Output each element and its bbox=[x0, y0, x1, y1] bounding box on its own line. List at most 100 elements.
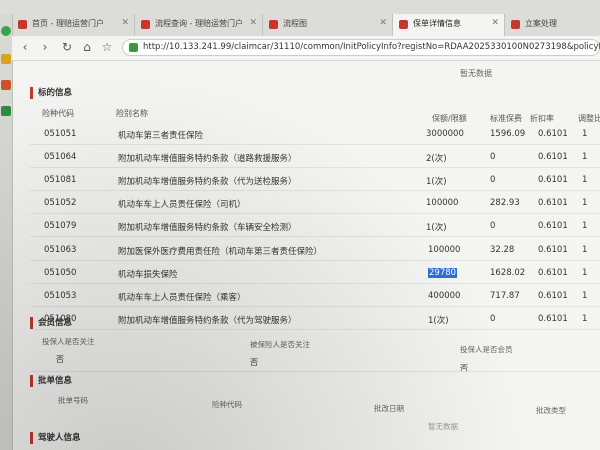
endorse-empty-note: 暂无数据 bbox=[428, 422, 458, 431]
bookmark-star-icon[interactable]: ☆ bbox=[100, 40, 114, 54]
cell-premium: 1596.09 bbox=[490, 129, 526, 139]
cell-rate: 0.6101 bbox=[538, 175, 568, 186]
member-field-label: 投保人是否关注 bbox=[42, 337, 95, 346]
close-icon[interactable]: ✕ bbox=[121, 18, 129, 28]
tab-label: 流程查询 - 理赔运营门户 bbox=[155, 19, 243, 28]
cell-name: 附加机动车增值服务特约条款（代为送检服务） bbox=[118, 177, 297, 188]
close-icon[interactable]: ✕ bbox=[491, 18, 499, 28]
cell-name: 附加医保外医疗费用责任险（机动车第三者责任保险） bbox=[118, 246, 323, 257]
reload-icon[interactable]: ↻ bbox=[60, 40, 74, 54]
cell-premium: 32.28 bbox=[490, 244, 515, 255]
tab-home[interactable]: 首页 - 理赔运营门户 ✕ bbox=[12, 14, 135, 36]
url-text: http://10.133.241.99/claimcar/31110/comm… bbox=[143, 42, 600, 52]
cell-code: 051064 bbox=[44, 152, 77, 163]
cell-rate: 0.6101 bbox=[538, 244, 568, 255]
no-data-note: 暂无数据 bbox=[460, 69, 492, 78]
cell-name: 附加机动车增值服务特约条款（车辆安全检测） bbox=[118, 223, 297, 234]
header-rate: 折扣率 bbox=[530, 114, 554, 123]
browser-app-icon[interactable] bbox=[1, 26, 11, 36]
member-field-value: 否 bbox=[250, 358, 258, 367]
table-row[interactable]: 051080 附加机动车增值服务特约条款（代为驾驶服务） 1(次) 0 0.6101 1 bbox=[30, 310, 600, 330]
cell-code: 051052 bbox=[44, 198, 77, 209]
table-row[interactable]: 051050 机动车损失保险 29780 1628.02 0.6101 1 bbox=[30, 264, 600, 284]
portal-favicon-icon bbox=[511, 20, 520, 29]
cell-adjust: 1 bbox=[582, 129, 588, 139]
portal-favicon-icon bbox=[18, 20, 27, 29]
tab-label: 首页 - 理赔运营门户 bbox=[32, 19, 104, 28]
address-toolbar: ‹ › ↻ ⌂ ☆ http://10.133.241.99/claimcar/… bbox=[12, 36, 600, 61]
member-field-value: 否 bbox=[460, 364, 468, 373]
divider bbox=[30, 371, 600, 372]
header-adjust: 调整比率 bbox=[578, 114, 600, 123]
cell-rate: 0.6101 bbox=[538, 198, 568, 209]
table-row[interactable]: 051052 机动车车上人员责任保险（司机） 100000 282.93 0.6101 1 bbox=[30, 194, 600, 215]
close-icon[interactable]: ✕ bbox=[379, 18, 387, 28]
cell-amount: 100000 bbox=[428, 244, 461, 255]
cell-code: 051079 bbox=[44, 221, 77, 232]
screen: 首页 - 理赔运营门户 ✕ 流程查询 - 理赔运营门户 ✕ 流程图 ✕ 保单详情… bbox=[0, 0, 600, 450]
app-icon[interactable] bbox=[1, 80, 11, 90]
cell-name: 机动车损失保险 bbox=[118, 269, 178, 280]
cell-amount: 1(次) bbox=[426, 177, 447, 188]
cell-premium: 1628.02 bbox=[490, 267, 526, 278]
table-row[interactable]: 051053 机动车车上人员责任保险（乘客） 400000 717.87 0.6101 1 bbox=[30, 287, 600, 307]
cell-code: 051063 bbox=[44, 244, 77, 255]
cell-name: 附加机动车增值服务特约条款（代为驾驶服务） bbox=[118, 315, 297, 326]
cell-rate: 0.6101 bbox=[538, 129, 568, 139]
cell-adjust: 1 bbox=[582, 198, 588, 209]
cell-code: 051051 bbox=[44, 129, 77, 139]
member-field-label: 投保人是否会员 bbox=[460, 345, 513, 354]
table-row[interactable]: 051063 附加医保外医疗费用责任险（机动车第三者责任保险） 100000 32.2… bbox=[30, 241, 600, 261]
home-icon[interactable]: ⌂ bbox=[80, 40, 94, 54]
address-bar[interactable]: http://10.133.241.99/claimcar/31110/comm… bbox=[122, 39, 600, 56]
cell-rate: 0.6101 bbox=[538, 221, 568, 232]
forward-icon[interactable]: › bbox=[38, 40, 52, 54]
portal-favicon-icon bbox=[399, 20, 408, 29]
close-icon[interactable]: ✕ bbox=[249, 18, 257, 28]
browser-tab-strip: 首页 - 理赔运营门户 ✕ 流程查询 - 理赔运营门户 ✕ 流程图 ✕ 保单详情… bbox=[0, 0, 600, 36]
endorse-header-type: 批改类型 bbox=[536, 406, 566, 415]
driver-section-title: 驾驶人信息 bbox=[30, 432, 81, 444]
cell-name: 附加机动车增值服务特约条款（道路救援服务） bbox=[118, 154, 297, 165]
portal-favicon-icon bbox=[269, 20, 278, 29]
cell-code: 051081 bbox=[44, 175, 77, 186]
tab-flowchart[interactable]: 流程图 ✕ bbox=[263, 14, 393, 36]
cell-premium: 0 bbox=[490, 221, 496, 232]
cell-amount: 100000 bbox=[426, 198, 459, 209]
endorse-header-date: 批改日期 bbox=[374, 404, 404, 413]
tab-label: 流程图 bbox=[283, 19, 307, 28]
table-row[interactable]: 051051 机动车第三者责任保险 3000000 1596.09 0.6101 1 bbox=[30, 125, 600, 145]
cell-adjust: 1 bbox=[582, 175, 588, 186]
tab-label: 立案处理 bbox=[525, 19, 557, 28]
header-name: 险别名称 bbox=[116, 109, 148, 118]
cell-rate: 0.6101 bbox=[538, 313, 568, 324]
header-amount: 保额/限额 bbox=[432, 114, 467, 123]
member-field-label: 被保险人是否关注 bbox=[250, 340, 310, 349]
header-premium: 标准保费 bbox=[490, 114, 522, 123]
member-field-value: 否 bbox=[56, 355, 64, 364]
cell-name: 机动车车上人员责任保险（司机） bbox=[118, 200, 246, 211]
table-row[interactable]: 051081 附加机动车增值服务特约条款（代为送检服务） 1(次) 0 0.6101 1 bbox=[30, 171, 600, 192]
table-row[interactable]: 051079 附加机动车增值服务特约条款（车辆安全检测） 1(次) 0 0.6101 1 bbox=[30, 217, 600, 238]
cell-name: 机动车车上人员责任保险（乘客） bbox=[118, 292, 246, 303]
back-icon[interactable]: ‹ bbox=[18, 40, 32, 54]
cell-amount: 1(次) bbox=[426, 223, 447, 234]
cell-rate: 0.6101 bbox=[538, 152, 568, 163]
cell-adjust: 1 bbox=[582, 152, 588, 163]
cell-amount: 1(次) bbox=[428, 315, 449, 326]
endorse-section-title: 批单信息 bbox=[30, 375, 72, 387]
endorse-header-code: 险种代码 bbox=[212, 400, 242, 409]
tab-process-query[interactable]: 流程查询 - 理赔运营门户 ✕ bbox=[135, 14, 263, 36]
cell-amount: 29780 bbox=[428, 267, 458, 278]
site-security-icon bbox=[129, 43, 138, 52]
chat-icon[interactable] bbox=[1, 106, 11, 116]
cell-rate: 0.6101 bbox=[538, 290, 568, 301]
tab-claim-filing[interactable]: 立案处理 bbox=[505, 14, 600, 36]
cell-amount: 400000 bbox=[428, 290, 461, 301]
cell-adjust: 1 bbox=[582, 290, 588, 301]
cell-adjust: 1 bbox=[582, 221, 588, 232]
tab-policy-detail[interactable]: 保单详情信息 ✕ bbox=[393, 14, 505, 36]
folder-icon[interactable] bbox=[1, 54, 11, 64]
table-row[interactable]: 051064 附加机动车增值服务特约条款（道路救援服务） 2(次) 0 0.6101 1 bbox=[30, 148, 600, 169]
cell-amount: 2(次) bbox=[426, 154, 447, 165]
